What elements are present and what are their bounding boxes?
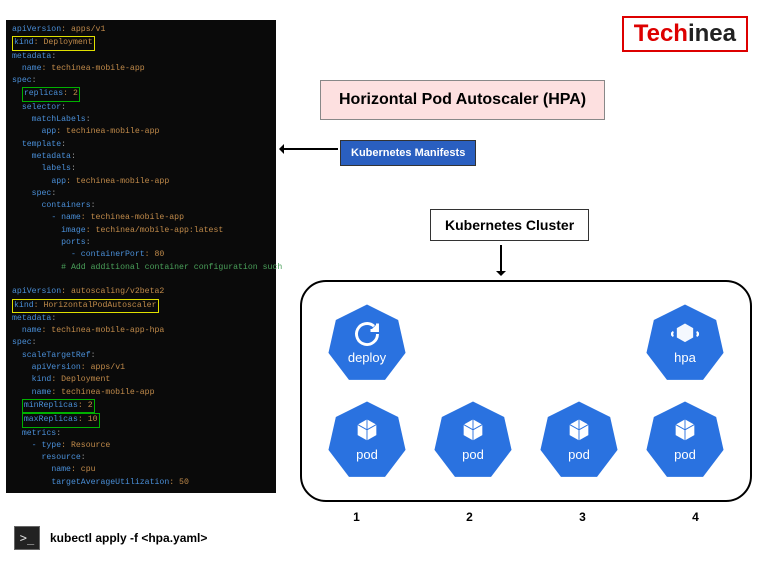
cube-icon	[459, 417, 487, 445]
kubectl-command: kubectl apply -f <hpa.yaml>	[50, 531, 207, 545]
cube-icon	[353, 417, 381, 445]
hpa-node: hpa	[644, 302, 726, 384]
arrow-to-cluster-icon	[500, 245, 502, 275]
pod-node: pod	[326, 399, 408, 481]
column-numbers: 1 2 3 4	[300, 510, 752, 524]
scale-cube-icon	[671, 320, 699, 348]
page-title: Horizontal Pod Autoscaler (HPA)	[320, 80, 605, 120]
brand-logo: Techinea	[622, 16, 748, 52]
cube-icon	[671, 417, 699, 445]
pod-node: pod	[432, 399, 514, 481]
pod-node: pod	[538, 399, 620, 481]
refresh-icon	[353, 320, 381, 348]
cluster-label: Kubernetes Cluster	[430, 209, 589, 241]
cluster-row-top: deploy hpa	[314, 302, 738, 384]
terminal-icon: >_	[14, 526, 40, 550]
terminal-command: >_ kubectl apply -f <hpa.yaml>	[14, 526, 207, 550]
arrow-to-code-icon	[280, 148, 338, 150]
deploy-node: deploy	[326, 302, 408, 384]
cluster-container: deploy hpa pod pod	[300, 280, 752, 502]
logo-part2: inea	[688, 20, 736, 47]
col-num: 2	[466, 510, 473, 524]
manifests-label: Kubernetes Manifests	[340, 140, 476, 166]
col-num: 3	[579, 510, 586, 524]
cluster-row-bottom: pod pod pod pod	[314, 399, 738, 481]
col-num: 1	[353, 510, 360, 524]
pod-node: pod	[644, 399, 726, 481]
logo-part1: Tech	[634, 20, 688, 47]
col-num: 4	[692, 510, 699, 524]
cube-icon	[565, 417, 593, 445]
yaml-manifest-code: apiVersion: apps/v1 kind: Deployment met…	[6, 20, 276, 493]
